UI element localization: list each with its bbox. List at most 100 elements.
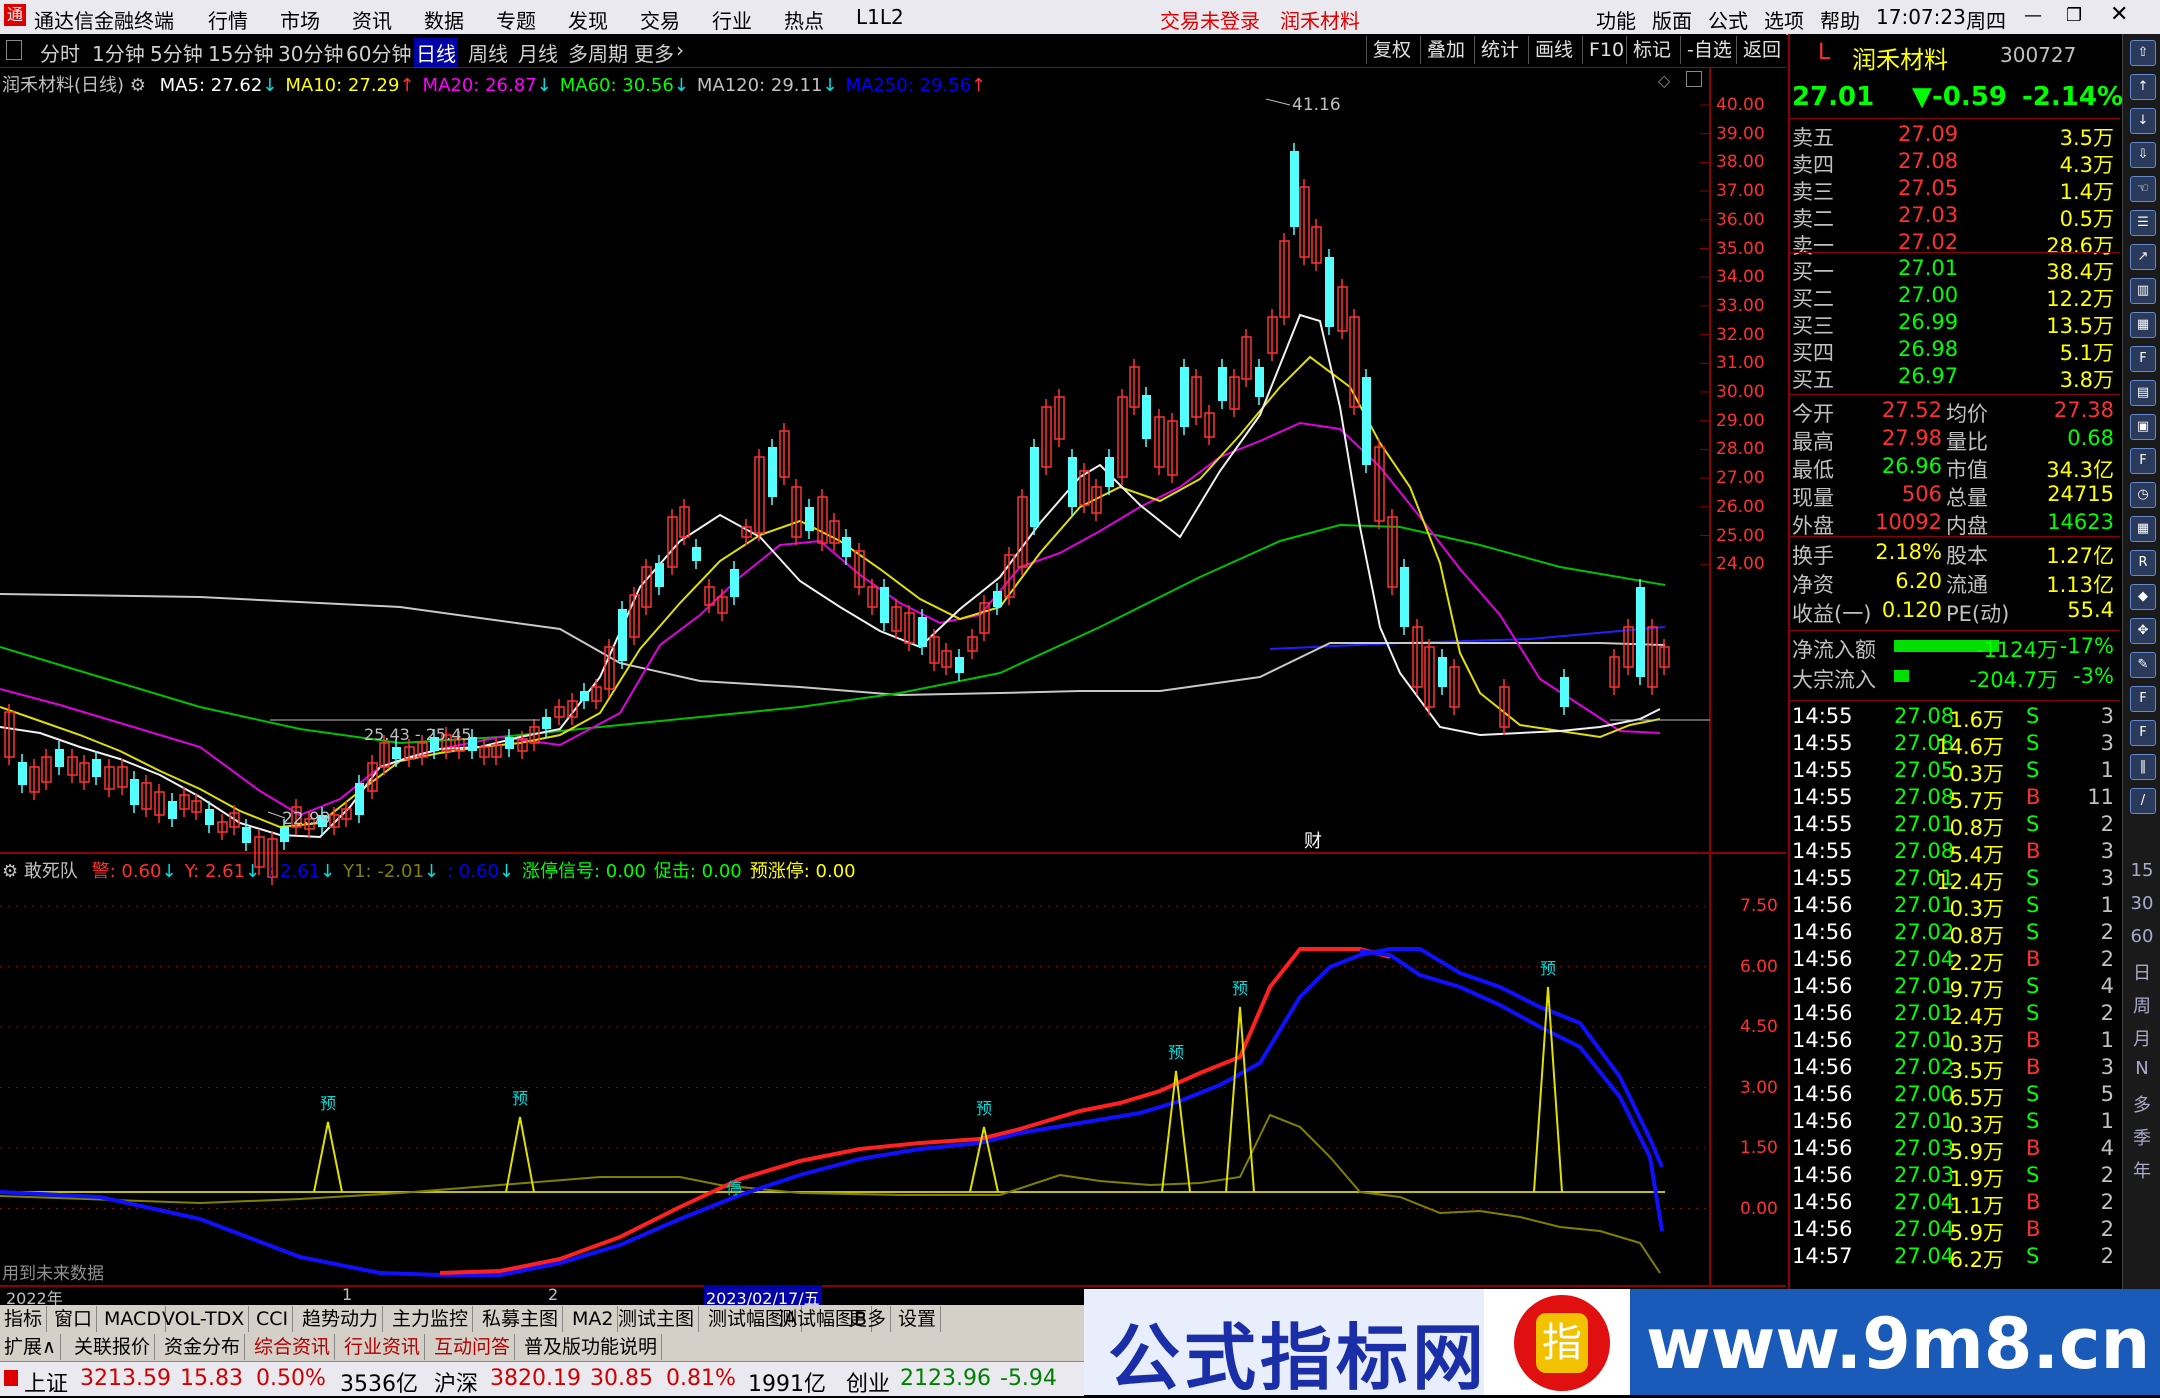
menu-zixun[interactable]: 资讯: [352, 5, 392, 34]
formula-tab[interactable]: MACD: [100, 1306, 166, 1332]
menu-shichang[interactable]: 市场: [280, 5, 320, 34]
extension-tab[interactable]: 扩展∧: [0, 1334, 61, 1360]
maximize-icon[interactable]: [1686, 71, 1702, 87]
menu-faxian[interactable]: 发现: [568, 5, 608, 34]
period-1min[interactable]: 1分钟: [92, 38, 145, 67]
trend-chart-icon[interactable]: ↗: [2130, 244, 2156, 270]
extension-tab[interactable]: 综合资讯: [250, 1334, 336, 1360]
period-month[interactable]: 月线: [518, 38, 558, 67]
side-period-label[interactable]: 周: [2123, 992, 2160, 1018]
period-more[interactable]: 更多: [634, 38, 674, 67]
ask-row[interactable]: 卖二 27.03 0.5万: [1790, 203, 2120, 231]
extension-tab[interactable]: 行业资讯: [340, 1334, 426, 1360]
news-icon[interactable]: ▣: [2130, 414, 2156, 440]
close-icon[interactable]: ✕: [2110, 2, 2128, 27]
marker-cai[interactable]: 财: [1304, 827, 1322, 853]
list-icon[interactable]: ☰: [2130, 210, 2156, 236]
settings-gear-icon[interactable]: ⚙: [130, 75, 146, 96]
formula-tab[interactable]: 测试主图: [614, 1306, 700, 1332]
period-15min[interactable]: 15分钟: [208, 38, 273, 67]
up-arrow-icon[interactable]: ⇧: [2130, 40, 2156, 66]
bid-row[interactable]: 买四 26.98 5.1万: [1790, 337, 2120, 365]
side-period-label[interactable]: 15: [2123, 860, 2160, 881]
f5-icon[interactable]: F: [2130, 686, 2156, 712]
down-icon[interactable]: ↓: [2130, 108, 2156, 134]
extension-tab[interactable]: 资金分布: [160, 1334, 246, 1360]
menu-hangqing[interactable]: 行情: [208, 5, 248, 34]
bid-row[interactable]: 买五 26.97 3.8万: [1790, 364, 2120, 392]
clock-icon[interactable]: ◷: [2130, 482, 2156, 508]
move-icon[interactable]: ✥: [2130, 618, 2156, 644]
menu-gongneng[interactable]: 功能: [1596, 5, 1636, 34]
period-week[interactable]: 周线: [468, 38, 508, 67]
f2-icon[interactable]: F: [2130, 448, 2156, 474]
bid-row[interactable]: 买二 27.00 12.2万: [1790, 283, 2120, 311]
formula-tab[interactable]: 指标: [0, 1306, 48, 1332]
menu-xuanxiang[interactable]: 选项: [1764, 5, 1804, 34]
btn-fuquan[interactable]: 复权: [1366, 36, 1417, 64]
period-fenshi[interactable]: 分时: [40, 38, 80, 67]
down-arrow-icon[interactable]: ⇩: [2130, 142, 2156, 168]
ask-row[interactable]: 卖四 27.08 4.3万: [1790, 149, 2120, 177]
side-period-label[interactable]: 季: [2123, 1124, 2160, 1150]
period-30min[interactable]: 30分钟: [278, 38, 343, 67]
btn-tongji[interactable]: 统计: [1474, 36, 1525, 64]
ask-row[interactable]: 卖五 27.09 3.5万: [1790, 122, 2120, 150]
side-period-label[interactable]: 30: [2123, 893, 2160, 914]
period-5min[interactable]: 5分钟: [150, 38, 203, 67]
menu-jiaoyi[interactable]: 交易: [640, 5, 680, 34]
btn-diejia[interactable]: 叠加: [1420, 36, 1471, 64]
candle-icon[interactable]: ‖: [2130, 754, 2156, 780]
hand-icon[interactable]: ☜: [2130, 176, 2156, 202]
side-period-label[interactable]: 60: [2123, 926, 2160, 947]
menu-hangye[interactable]: 行业: [712, 5, 752, 34]
bid-row[interactable]: 买一 27.01 38.4万: [1790, 256, 2120, 284]
btn-f10[interactable]: F10: [1582, 36, 1630, 64]
layout-toggle-icon[interactable]: [6, 40, 22, 60]
bar-chart-icon[interactable]: ▥: [2130, 278, 2156, 304]
side-period-label[interactable]: N: [2123, 1058, 2160, 1079]
formula-tab[interactable]: VOL-TDX: [158, 1306, 250, 1332]
btn-zixuan[interactable]: -自选: [1680, 36, 1738, 64]
banner-url[interactable]: www.9m8.cn: [1646, 1303, 2150, 1385]
line-icon[interactable]: /: [2130, 788, 2156, 814]
rsi-icon[interactable]: R: [2130, 550, 2156, 576]
chevron-right-icon[interactable]: ›: [676, 38, 684, 62]
btn-huaxian[interactable]: 画线: [1528, 36, 1579, 64]
grid-icon[interactable]: ▦: [2130, 516, 2156, 542]
formula-tab[interactable]: 设置: [894, 1306, 942, 1332]
restore-icon[interactable]: ❐: [2066, 5, 2082, 26]
f10-icon[interactable]: F: [2130, 346, 2156, 372]
doc-icon[interactable]: ▤: [2130, 380, 2156, 406]
side-period-label[interactable]: 年: [2123, 1157, 2160, 1183]
f6-icon[interactable]: F: [2130, 720, 2156, 746]
extension-tab[interactable]: 关联报价: [70, 1334, 156, 1360]
btn-biaoji[interactable]: 标记: [1626, 36, 1677, 64]
period-60min[interactable]: 60分钟: [346, 38, 411, 67]
table-icon[interactable]: ▦: [2130, 312, 2156, 338]
menu-bangzhu[interactable]: 帮助: [1820, 5, 1860, 34]
formula-tab[interactable]: 窗口: [50, 1306, 98, 1332]
formula-tab[interactable]: MA2: [568, 1306, 619, 1332]
chart-area[interactable]: 润禾材料(日线) ⚙ MA5: 27.62↓ MA10: 27.29↑ MA20: …: [0, 67, 1786, 1289]
period-multi[interactable]: 多周期: [568, 38, 628, 67]
extension-tab[interactable]: 普及版功能说明: [520, 1334, 663, 1360]
formula-tab[interactable]: CCI: [252, 1306, 294, 1332]
bid-row[interactable]: 买三 26.99 13.5万: [1790, 310, 2120, 338]
sub-settings-icon[interactable]: ⚙: [2, 861, 18, 882]
side-period-label[interactable]: 日: [2123, 959, 2160, 985]
diamond-nav-icon[interactable]: ◆: [2130, 584, 2156, 610]
menu-zhuanti[interactable]: 专题: [496, 5, 536, 34]
extension-tab[interactable]: 互动问答: [430, 1334, 516, 1360]
side-period-label[interactable]: 多: [2123, 1091, 2160, 1117]
menu-shuju[interactable]: 数据: [424, 5, 464, 34]
pen-icon[interactable]: ✎: [2130, 652, 2156, 678]
menu-gongshi[interactable]: 公式: [1708, 5, 1748, 34]
diamond-icon[interactable]: ◇: [1658, 71, 1670, 90]
formula-tab[interactable]: 更多: [844, 1306, 892, 1332]
trade-login-status[interactable]: 交易未登录: [1160, 5, 1260, 34]
formula-tab[interactable]: 主力监控: [388, 1306, 474, 1332]
menu-redian[interactable]: 热点: [784, 5, 824, 34]
menu-banmian[interactable]: 版面: [1652, 5, 1692, 34]
formula-tab[interactable]: 趋势动力: [298, 1306, 384, 1332]
